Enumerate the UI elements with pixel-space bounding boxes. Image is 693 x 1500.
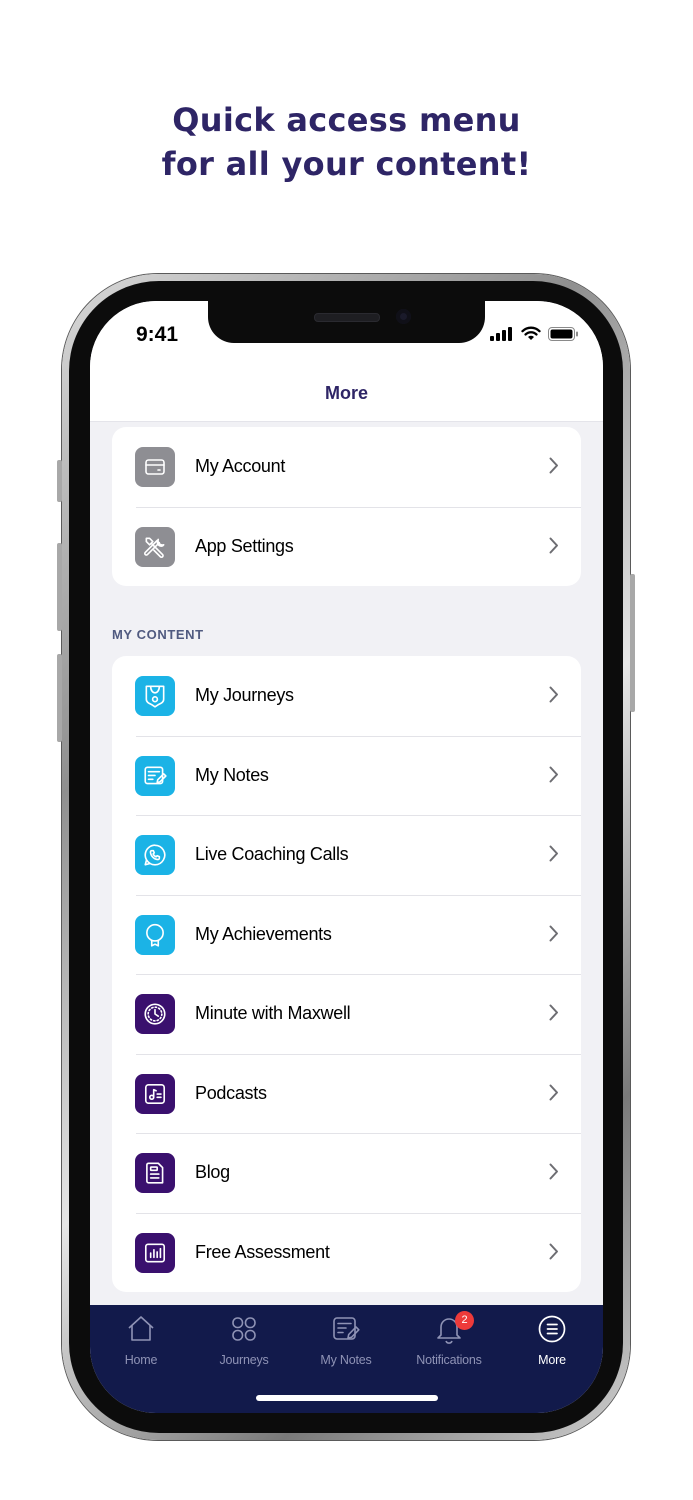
chevron-right-icon: [549, 1084, 558, 1100]
section-header-my-content: MY CONTENT: [112, 627, 204, 642]
menu-item-label: My Notes: [195, 764, 269, 785]
tab-notifications[interactable]: 2 Notifications: [399, 1311, 499, 1367]
account-card: My Account App Settings: [112, 427, 581, 586]
front-camera: [396, 309, 411, 324]
promo-headline: Quick access menu for all your content!: [0, 98, 693, 186]
chevron-right-icon: [549, 1004, 558, 1021]
menu-item-label: App Settings: [195, 535, 294, 556]
chevron-right-icon: [549, 537, 558, 553]
battery-icon: [548, 326, 578, 341]
tab-label: Home: [124, 1353, 158, 1367]
phone-silent-switch: [57, 460, 62, 502]
tools-icon: [135, 526, 175, 567]
chevron-right-icon: [549, 457, 558, 474]
menu-item-my-achievements[interactable]: My Achievements: [112, 894, 581, 975]
tab-journeys[interactable]: Journeys: [194, 1313, 294, 1367]
menu-item-free-assessment[interactable]: Free Assessment: [112, 1212, 581, 1293]
credit-card-icon: [135, 447, 175, 487]
earpiece-speaker: [314, 313, 380, 322]
menu-list-icon: [538, 1315, 566, 1343]
bar-chart-icon: [135, 1232, 175, 1273]
menu-item-blog[interactable]: Blog: [112, 1133, 581, 1213]
menu-item-my-account[interactable]: My Account: [112, 427, 581, 507]
signal-icon: [490, 326, 512, 341]
phone-power-button: [630, 574, 635, 712]
menu-item-my-notes[interactable]: My Notes: [112, 735, 581, 816]
award-ribbon-icon: [135, 914, 175, 955]
phone-volume-down-button: [57, 654, 62, 742]
menu-item-label: Free Assessment: [195, 1241, 330, 1262]
menu-item-my-journeys[interactable]: My Journeys: [112, 656, 581, 736]
chevron-right-icon: [549, 1243, 558, 1259]
wifi-icon: [521, 326, 541, 340]
menu-item-label: Minute with Maxwell: [195, 1003, 351, 1023]
tab-label: Journeys: [219, 1353, 269, 1367]
chevron-right-icon: [549, 845, 558, 862]
headline-line-1: Quick access menu: [172, 101, 521, 139]
home-indicator[interactable]: [256, 1395, 438, 1401]
status-icons: [490, 326, 579, 341]
phone-screen: 9:41 More My Account App Settings MY CON…: [90, 301, 603, 1413]
document-icon: [135, 1153, 175, 1193]
menu-item-live-coaching-calls[interactable]: Live Coaching Calls: [112, 815, 581, 895]
page-title: More: [324, 383, 368, 403]
journey-shield-icon: [135, 676, 175, 716]
chevron-right-icon: [549, 766, 558, 782]
menu-item-label: My Journeys: [195, 685, 294, 705]
chevron-right-icon: [549, 686, 558, 703]
status-time: 9:41: [136, 323, 179, 346]
chevron-right-icon: [549, 1163, 558, 1180]
my-content-card: My Journeys My Notes Live Coaching Calls…: [112, 656, 581, 1292]
tab-my-notes[interactable]: My Notes: [296, 1313, 396, 1367]
headline-line-2: for all your content!: [161, 145, 532, 183]
notification-badge: 2: [455, 1311, 474, 1330]
notes-icon: [135, 755, 175, 796]
menu-item-label: My Achievements: [195, 923, 332, 944]
phone-notch: [208, 301, 485, 343]
menu-item-podcasts[interactable]: Podcasts: [112, 1053, 581, 1134]
menu-item-label: Podcasts: [195, 1082, 267, 1103]
menu-item-label: Live Coaching Calls: [195, 844, 349, 864]
phone-call-icon: [135, 835, 175, 875]
chevron-right-icon: [549, 925, 558, 941]
music-list-icon: [135, 1073, 175, 1114]
tab-label: Notifications: [416, 1353, 482, 1367]
clock-icon: [135, 994, 175, 1034]
menu-item-minute-with-maxwell[interactable]: Minute with Maxwell: [112, 974, 581, 1054]
tab-label: More: [538, 1353, 566, 1367]
menu-item-label: Blog: [195, 1162, 230, 1182]
menu-item-label: My Account: [195, 456, 286, 476]
home-icon: [128, 1316, 154, 1341]
nav-bar: More: [90, 363, 603, 422]
grid-icon: [232, 1317, 256, 1341]
tab-more[interactable]: More: [502, 1313, 602, 1367]
menu-item-app-settings[interactable]: App Settings: [112, 506, 581, 587]
tab-home[interactable]: Home: [91, 1313, 191, 1367]
tab-label: My Notes: [320, 1353, 372, 1367]
notes-icon: [333, 1317, 360, 1340]
phone-volume-up-button: [57, 543, 62, 631]
